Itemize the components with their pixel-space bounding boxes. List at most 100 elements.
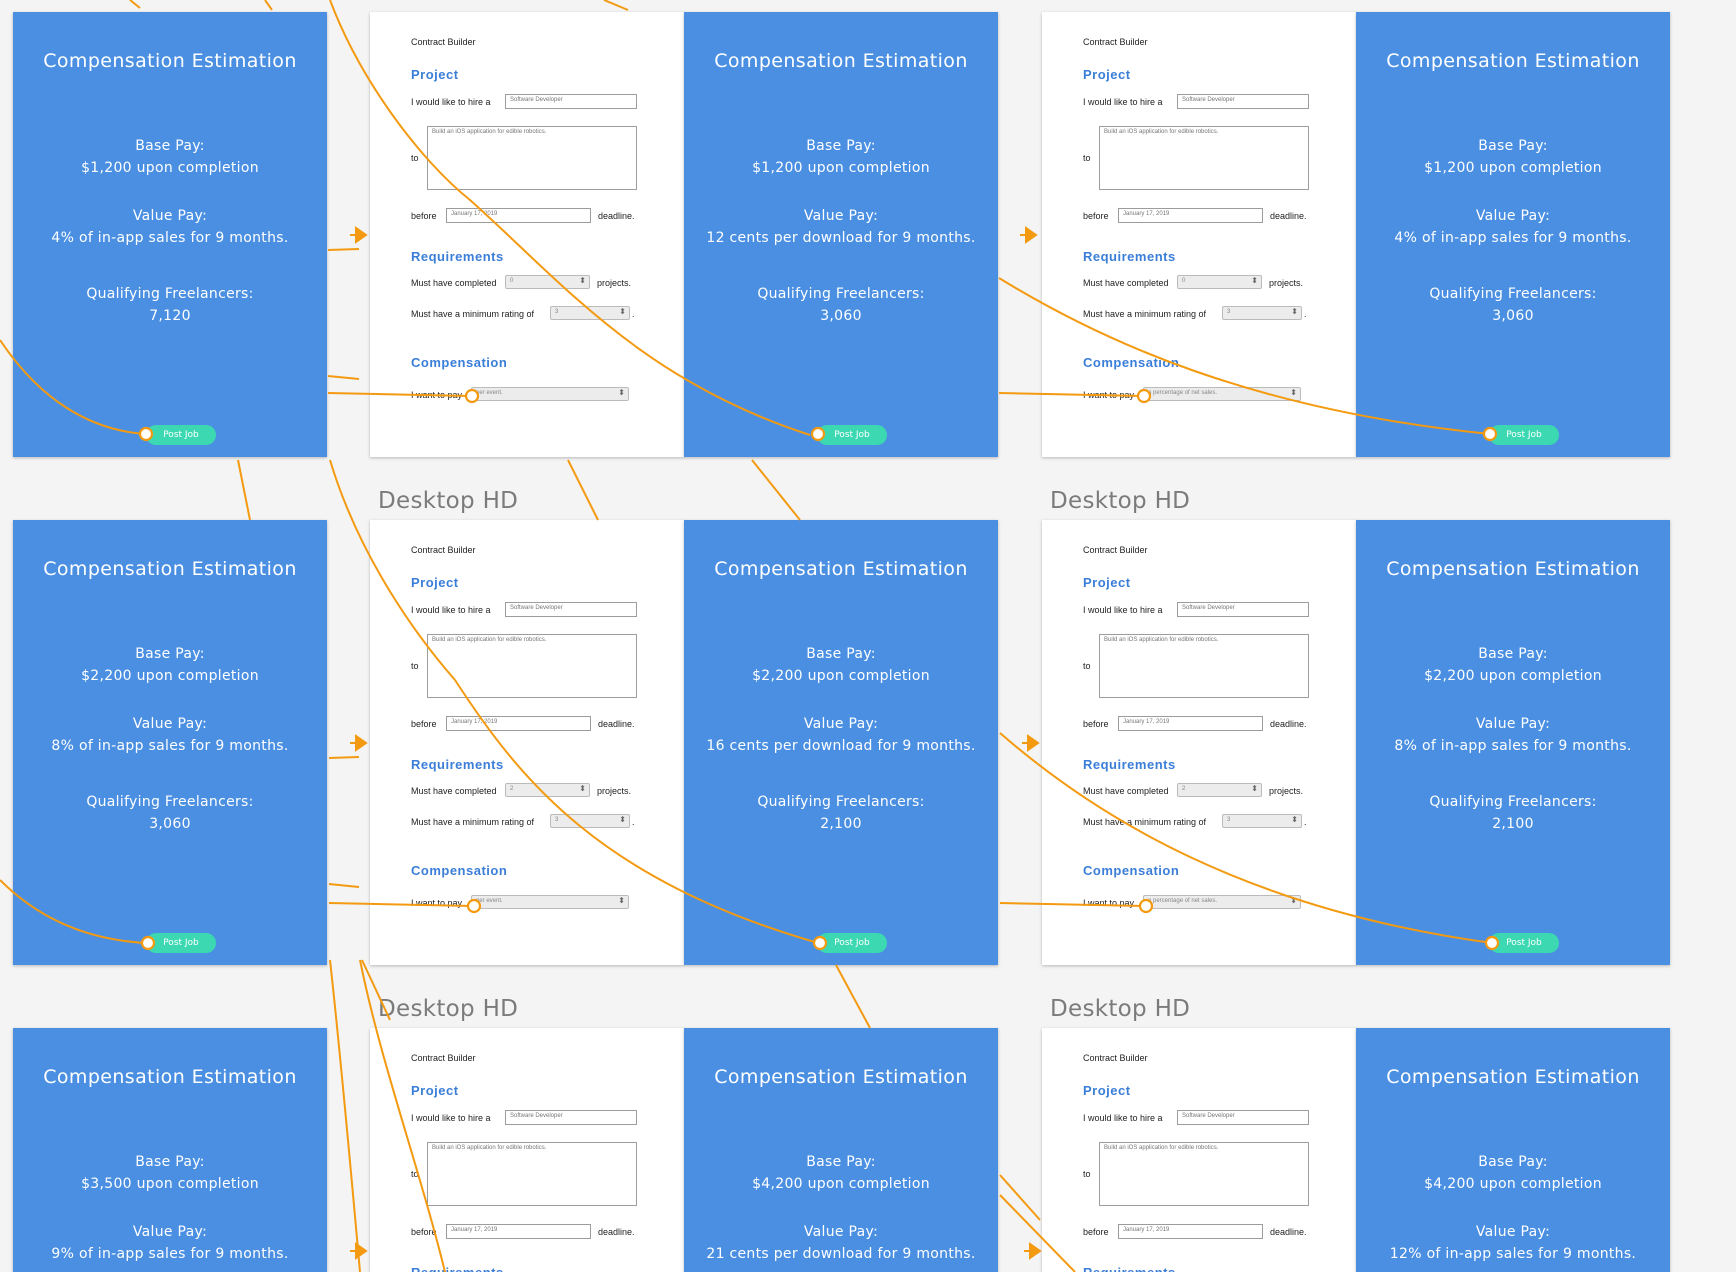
deadline-date-input[interactable]: January 17, 2019 [446,1224,591,1239]
form-header: Contract Builder [411,37,476,47]
post-job-button[interactable]: Post Job [146,425,216,445]
value-pay-value: 4% of in-app sales for 9 months. [51,230,289,246]
section-compensation: Compensation [1083,863,1180,878]
deadline-date-input[interactable]: January 17, 2019 [446,716,591,731]
compensation-estimation-panel: Compensation Estimation Base Pay: $1,200 u… [1356,12,1670,457]
project-description-textarea[interactable]: Build an iOS application for edible robo… [1099,1142,1309,1206]
project-description-textarea[interactable]: Build an iOS application for edible robo… [427,126,637,190]
hire-role-input[interactable]: Software Developer [505,602,637,617]
completed-label: Must have completed [1083,786,1169,796]
payment-type-select[interactable]: a percentage of net sales. [1143,895,1301,909]
projects-label: projects. [597,278,632,288]
qualifying-freelancers-label: Qualifying Freelancers: [1429,286,1597,302]
base-pay-label: Base Pay: [806,138,876,154]
before-label: before [1083,1227,1109,1237]
deadline-date-input[interactable]: January 17, 2019 [446,208,591,223]
hire-role-input[interactable]: Software Developer [505,94,637,109]
section-project: Project [1083,575,1131,590]
hire-label: I would like to hire a [411,605,491,615]
completed-label: Must have completed [411,278,497,288]
payment-type-select[interactable]: per event. [471,387,629,401]
form-header: Contract Builder [1083,37,1148,47]
hire-role-input[interactable]: Software Developer [505,1110,637,1125]
qualifying-freelancers-label: Qualifying Freelancers: [757,794,925,810]
qualifying-freelancers-label: Qualifying Freelancers: [1429,794,1597,810]
compensation-estimation-panel: Compensation Estimation Base Pay: $1,200 u… [13,12,327,457]
completed-projects-select[interactable]: 0 [505,275,590,289]
qualifying-freelancers-value: 3,060 [1492,308,1534,324]
form-header: Contract Builder [1083,545,1148,555]
section-project: Project [1083,1083,1131,1098]
minimum-rating-select[interactable]: 3 [1222,814,1302,828]
value-pay-value: 9% of in-app sales for 9 months. [51,1246,289,1262]
pay-label: I want to pay [411,898,463,908]
deadline-label: deadline. [1270,1227,1307,1237]
base-pay-label: Base Pay: [1478,1154,1548,1170]
post-job-button[interactable]: Post Job [1489,933,1559,953]
contract-builder-form: Contract Builder Project I would like to h… [1042,1028,1356,1272]
project-description-textarea[interactable]: Build an iOS application for edible robo… [427,1142,637,1206]
section-project: Project [411,67,459,82]
section-requirements: Requirements [1083,249,1176,264]
base-pay-label: Base Pay: [806,1154,876,1170]
projects-label: projects. [1269,786,1304,796]
deadline-date-input[interactable]: January 17, 2019 [1118,208,1263,223]
to-label: to [411,661,419,671]
pay-label: I want to pay [1083,898,1135,908]
artboard-label: Desktop HD [378,488,519,514]
compensation-estimation-panel: Compensation Estimation Base Pay: $3,500 u… [13,1028,327,1272]
post-job-button[interactable]: Post Job [1489,425,1559,445]
pay-label: I want to pay [411,390,463,400]
post-job-button[interactable]: Post Job [817,933,887,953]
value-pay-value: 8% of in-app sales for 9 months. [51,738,289,754]
payment-type-select[interactable]: per event. [471,895,629,909]
panel-title: Compensation Estimation [714,1066,968,1088]
project-description-textarea[interactable]: Build an iOS application for edible robo… [1099,634,1309,698]
minimum-rating-select[interactable]: 3 [1222,306,1302,320]
panel-title: Compensation Estimation [43,1066,297,1088]
base-pay-value: $3,500 upon completion [81,1176,259,1192]
base-pay-label: Base Pay: [806,646,876,662]
project-description-textarea[interactable]: Build an iOS application for edible robo… [427,634,637,698]
section-project: Project [411,575,459,590]
projects-label: projects. [1269,278,1304,288]
base-pay-label: Base Pay: [135,138,205,154]
hire-label: I would like to hire a [1083,97,1163,107]
hire-role-input[interactable]: Software Developer [1177,94,1309,109]
rating-label: Must have a minimum rating of [411,817,535,827]
prototype-canvas[interactable]: Compensation Estimation Base Pay: $1,200 u… [0,0,1736,1272]
rating-label: Must have a minimum rating of [1083,309,1207,319]
base-pay-label: Base Pay: [1478,138,1548,154]
completed-projects-select[interactable]: 2 [505,783,590,797]
completed-projects-select[interactable]: 2 [1177,783,1262,797]
completed-projects-select[interactable]: 0 [1177,275,1262,289]
panel-title: Compensation Estimation [43,558,297,580]
completed-label: Must have completed [1083,278,1169,288]
base-pay-value: $1,200 upon completion [81,160,259,176]
qualifying-freelancers-value: 7,120 [149,308,191,324]
compensation-estimation-panel: Compensation Estimation Base Pay: $2,200 u… [684,520,998,965]
qualifying-freelancers-value: 3,060 [149,816,191,832]
deadline-date-input[interactable]: January 17, 2019 [1118,1224,1263,1239]
panel-title: Compensation Estimation [714,50,968,72]
project-description-textarea[interactable]: Build an iOS application for edible robo… [1099,126,1309,190]
post-job-button[interactable]: Post Job [146,933,216,953]
contract-builder-form: Contract Builder Project I would like to h… [1042,520,1356,965]
hire-role-input[interactable]: Software Developer [1177,1110,1309,1125]
to-label: to [411,1169,419,1179]
payment-type-select[interactable]: a percentage of net sales. [1143,387,1301,401]
before-label: before [411,1227,437,1237]
contract-builder-form: Contract Builder Project I would like to h… [1042,12,1356,457]
artboard-label: Desktop HD [1050,996,1191,1022]
minimum-rating-select[interactable]: 3 [550,306,630,320]
value-pay-label: Value Pay: [1475,716,1551,732]
base-pay-value: $2,200 upon completion [81,668,259,684]
before-label: before [1083,719,1109,729]
minimum-rating-select[interactable]: 3 [550,814,630,828]
hire-role-input[interactable]: Software Developer [1177,602,1309,617]
base-pay-label: Base Pay: [135,1154,205,1170]
base-pay-value: $1,200 upon completion [1424,160,1602,176]
qualifying-freelancers-label: Qualifying Freelancers: [757,286,925,302]
deadline-date-input[interactable]: January 17, 2019 [1118,716,1263,731]
post-job-button[interactable]: Post Job [817,425,887,445]
